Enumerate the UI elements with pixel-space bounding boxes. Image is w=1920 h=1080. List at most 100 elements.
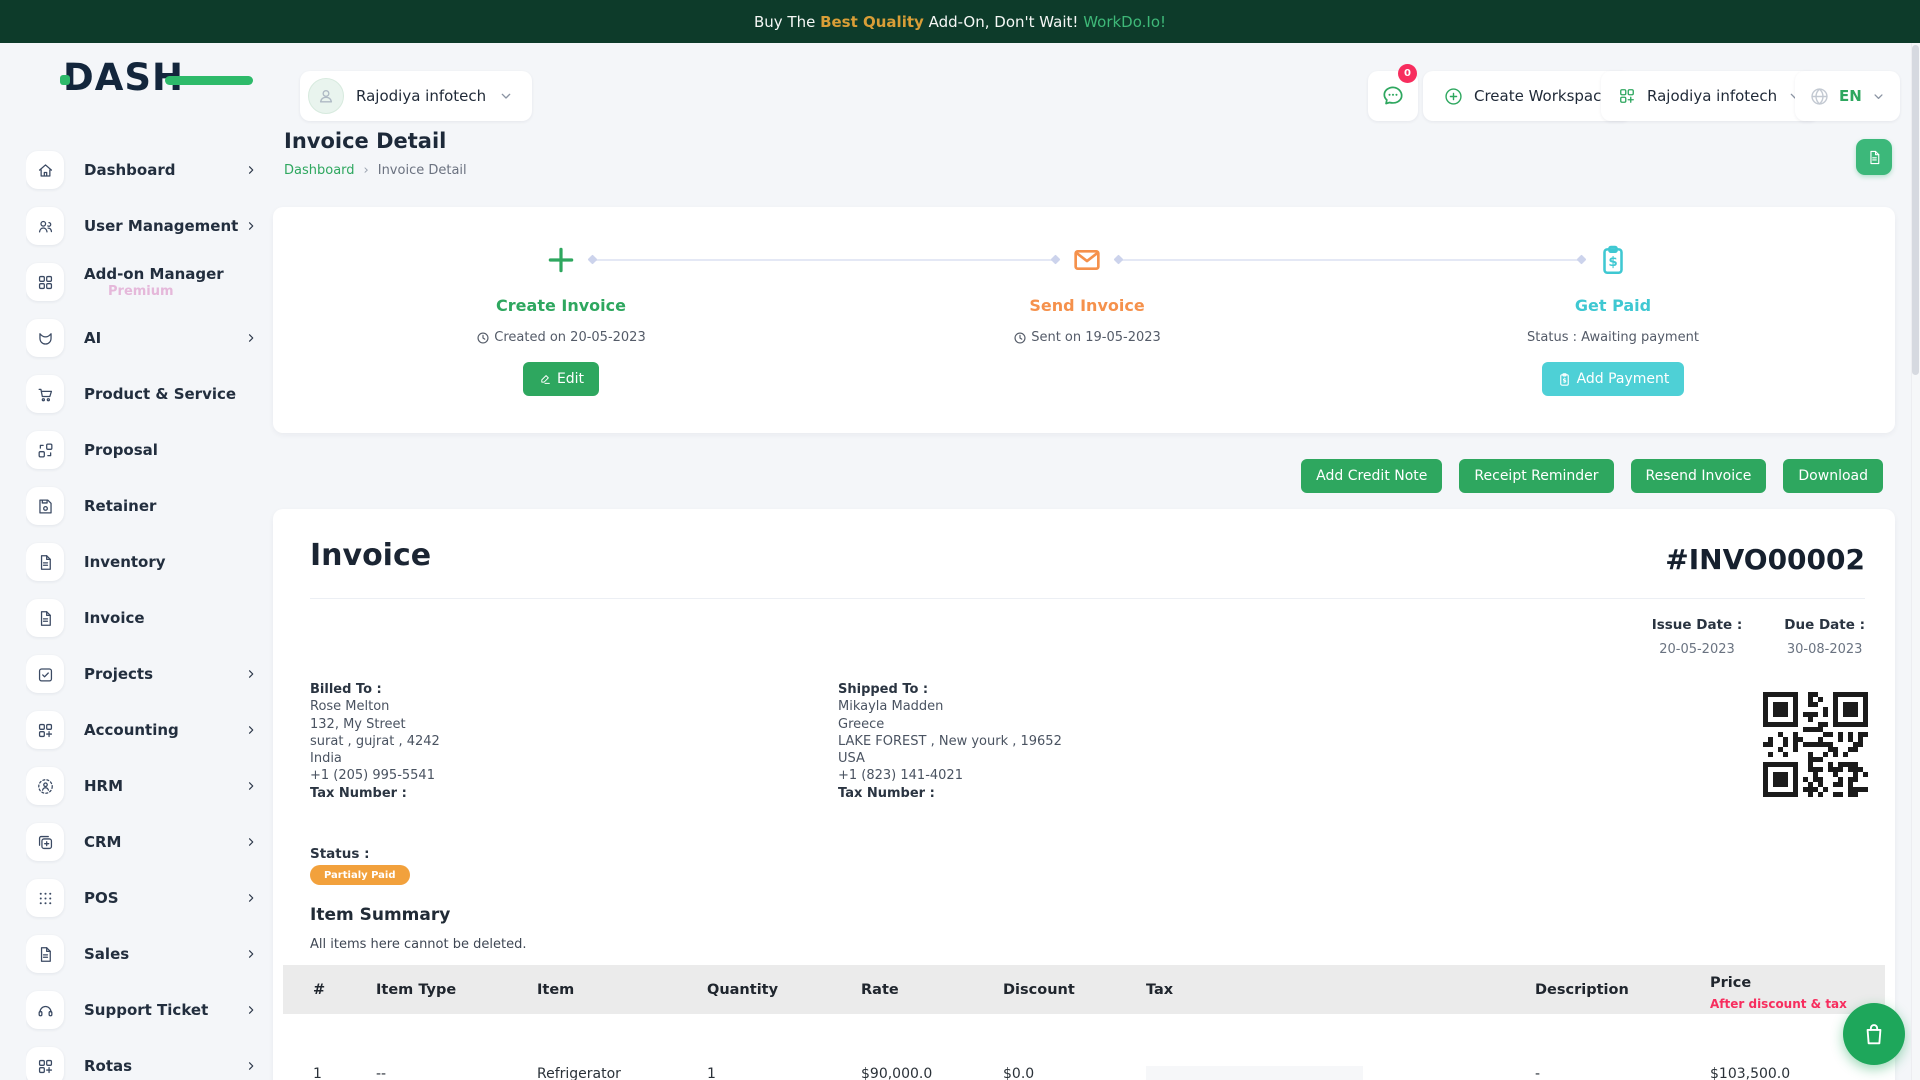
ai-icon	[26, 319, 64, 357]
sidebar-item-pos[interactable]: POS	[26, 870, 260, 926]
chevron-right-icon	[244, 835, 258, 849]
col-rate: Rate	[831, 965, 973, 1014]
add-credit-note-button[interactable]: Add Credit Note	[1301, 459, 1442, 493]
add-payment-button[interactable]: Add Payment	[1542, 362, 1685, 396]
messages-count-badge: 0	[1398, 64, 1417, 83]
language-selector[interactable]: EN	[1795, 71, 1900, 121]
chevron-right-icon	[244, 667, 258, 681]
col-item: Item	[507, 965, 677, 1014]
breadcrumb-current: Invoice Detail	[378, 163, 467, 178]
shipped-to-country1: Greece	[838, 716, 1062, 733]
sidebar-item-inventory[interactable]: Inventory	[26, 534, 260, 590]
sidebar-item-product-service[interactable]: Product & Service	[26, 366, 260, 422]
create-workspace-button[interactable]: Create Workspace	[1423, 71, 1631, 121]
billed-to-country: India	[310, 750, 440, 767]
chat-icon	[1380, 83, 1406, 109]
sidebar-item-proposal[interactable]: Proposal	[26, 422, 260, 478]
invoice-detail-card: Invoice #INVO00002 Issue Date : 20-05-20…	[273, 509, 1895, 1080]
sidebar-item-label: HRM	[84, 777, 123, 796]
account-selector[interactable]: Rajodiya infotech	[1601, 71, 1819, 121]
sidebar-item-ai[interactable]: AI	[26, 310, 260, 366]
sidebar-item-hrm[interactable]: HRM	[26, 758, 260, 814]
step-send-invoice: Send Invoice Sent on 19-05-2023	[887, 207, 1287, 345]
step-get-paid: Get Paid Status : Awaiting payment Add P…	[1413, 207, 1813, 396]
cart-icon	[26, 375, 64, 413]
breadcrumb-dashboard-link[interactable]: Dashboard	[284, 163, 355, 178]
grid-icon	[26, 263, 64, 301]
language-code: EN	[1839, 87, 1862, 105]
app-logo[interactable]: DASH	[63, 58, 184, 98]
page-scrollbar[interactable]	[1911, 43, 1920, 1080]
sidebar-item-invoice[interactable]: Invoice	[26, 590, 260, 646]
document-icon	[26, 543, 64, 581]
billed-to-city: surat , gujrat , 4242	[310, 733, 440, 750]
document-icon	[26, 935, 64, 973]
sidebar-item-sales[interactable]: Sales	[26, 926, 260, 982]
sidebar-item-rotas[interactable]: Rotas	[26, 1038, 260, 1080]
sidebar-item-user-management[interactable]: User Management	[26, 198, 260, 254]
grid-plus-icon	[26, 1047, 64, 1080]
tax-box: CGST (10%) $9,000.0	[1146, 1066, 1363, 1080]
logo-dot-accent	[60, 75, 70, 85]
chevron-right-icon	[244, 331, 258, 345]
item-summary-note: All items here cannot be deleted.	[310, 937, 526, 952]
sidebar-item-accounting[interactable]: Accounting	[26, 702, 260, 758]
invoice-title: Invoice	[310, 538, 431, 573]
cards-icon	[26, 823, 64, 861]
sidebar-item-label: Dashboard	[84, 161, 175, 180]
sidebar-item-label: Sales	[84, 945, 129, 964]
cell-item-type: --	[346, 1014, 507, 1080]
sidebar-item-label: CRM	[84, 833, 122, 852]
sidebar-item-support-ticket[interactable]: Support Ticket	[26, 982, 260, 1038]
home-icon	[26, 151, 64, 189]
chevron-right-icon	[244, 163, 258, 177]
plus-circle-icon	[1443, 86, 1464, 107]
check-square-icon	[26, 655, 64, 693]
items-table: # Item Type Item Quantity Rate Discount …	[283, 965, 1885, 1080]
col-price-label: Price	[1710, 975, 1885, 991]
receipt-reminder-button[interactable]: Receipt Reminder	[1459, 459, 1613, 493]
sidebar-item-retainer[interactable]: Retainer	[26, 478, 260, 534]
cell-tax: CGST (10%) $9,000.0	[1116, 1014, 1505, 1080]
issue-date-value: 20-05-2023	[1652, 642, 1743, 657]
sidebar-item-dashboard[interactable]: Dashboard	[26, 142, 260, 198]
users-icon	[26, 207, 64, 245]
invoice-progress-card: Create Invoice Created on 20-05-2023 Edi…	[273, 207, 1895, 433]
shipped-to-tax-label: Tax Number :	[838, 785, 1062, 802]
cell-description: -	[1505, 1014, 1680, 1080]
document-icon	[26, 599, 64, 637]
sidebar-item-label: User Management	[84, 217, 238, 236]
sidebar-item-label: Inventory	[84, 553, 166, 572]
edit-button-label: Edit	[557, 371, 584, 387]
edit-invoice-button[interactable]: Edit	[523, 362, 599, 396]
sidebar-nav: Dashboard User Management Add-on Manager…	[26, 142, 260, 1080]
chevron-right-icon	[244, 779, 258, 793]
workspace-name: Rajodiya infotech	[356, 87, 486, 105]
workspace-grid-icon	[1617, 86, 1637, 106]
billed-to-name: Rose Melton	[310, 698, 440, 715]
sidebar-item-label: Retainer	[84, 497, 156, 516]
sidebar-item-label: POS	[84, 889, 119, 908]
download-button[interactable]: Download	[1783, 459, 1883, 493]
banner-brand-link[interactable]: WorkDo.Io!	[1083, 13, 1166, 31]
cart-fab-button[interactable]	[1843, 1003, 1905, 1065]
step-title: Send Invoice	[887, 296, 1287, 315]
promo-banner: Buy The Best Quality Add-On, Don't Wait!…	[0, 0, 1920, 43]
clock-icon	[476, 331, 490, 345]
table-row: 1 -- Refrigerator 1 $90,000.0 $0.0 CGST …	[283, 1014, 1885, 1080]
resend-invoice-button[interactable]: Resend Invoice	[1631, 459, 1767, 493]
workspace-avatar	[308, 78, 344, 114]
sidebar-item-label: Projects	[84, 665, 153, 684]
scrollbar-thumb[interactable]	[1912, 45, 1919, 375]
workspace-selector[interactable]: Rajodiya infotech	[300, 71, 532, 121]
sidebar-item-projects[interactable]: Projects	[26, 646, 260, 702]
cell-rate: $90,000.0	[831, 1014, 973, 1080]
col-discount: Discount	[973, 965, 1116, 1014]
grid-plus-icon	[26, 711, 64, 749]
col-price: Price After discount & tax	[1680, 965, 1885, 1014]
add-payment-label: Add Payment	[1577, 371, 1670, 387]
sidebar-item-addon-manager[interactable]: Add-on Manager Premium	[26, 254, 260, 310]
chevron-right-icon	[244, 1059, 258, 1073]
invoice-preview-button[interactable]	[1856, 139, 1892, 175]
sidebar-item-crm[interactable]: CRM	[26, 814, 260, 870]
